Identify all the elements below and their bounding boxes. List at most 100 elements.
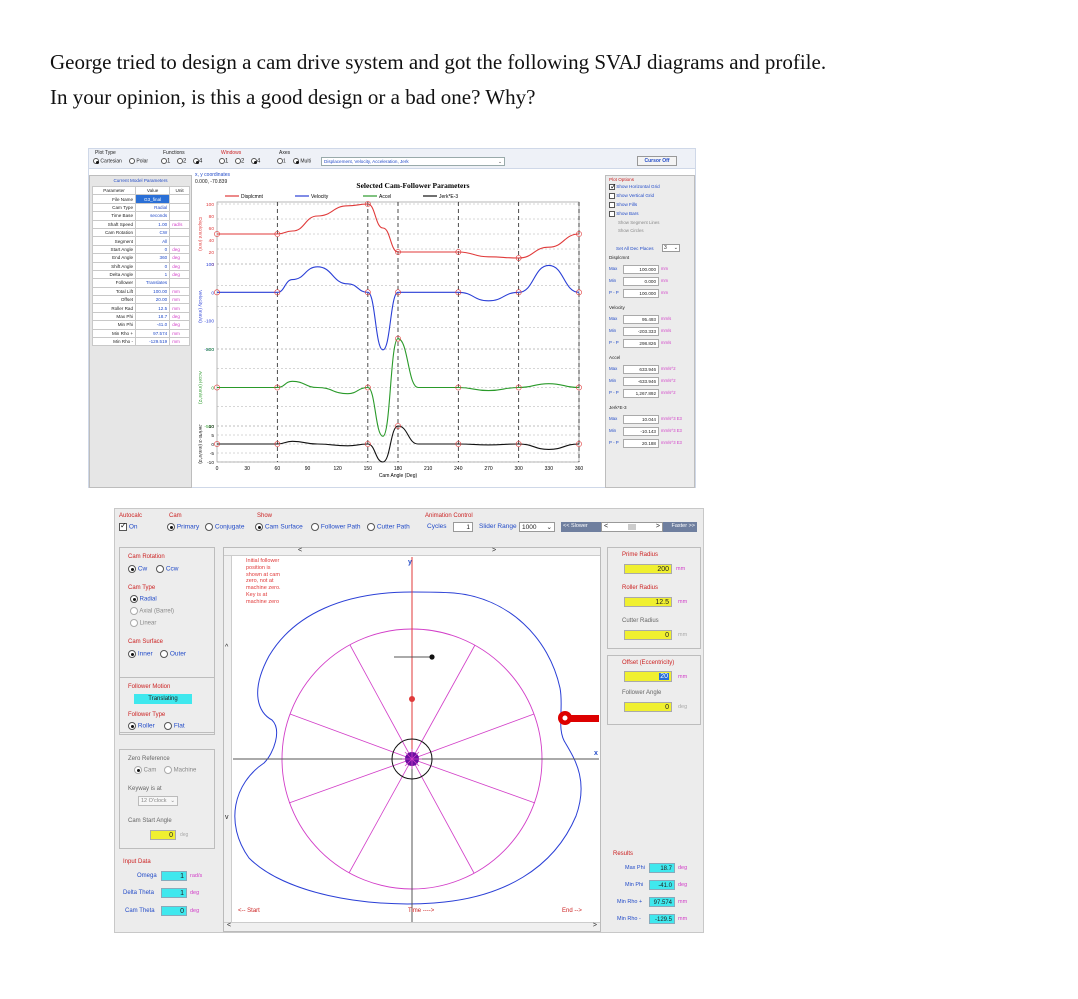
cursor-off-button[interactable]: Cursor Off	[637, 156, 677, 166]
legend-item: Velocity	[311, 194, 329, 200]
roller-radio[interactable]: Roller	[128, 722, 155, 730]
plot-select[interactable]: Displacement, Velocity, Acceleration, Je…	[321, 157, 505, 166]
cam-start-input[interactable]: 0	[150, 830, 176, 840]
flat-radio[interactable]: Flat	[164, 722, 185, 730]
conjugate-radio[interactable]: Conjugate	[205, 523, 244, 531]
plot-option-checkbox[interactable]: Show Vertical Grid	[609, 193, 654, 199]
param-value[interactable]: 20.00	[135, 295, 171, 305]
param-value[interactable]: G3_final	[135, 194, 171, 204]
legend-item: Displcmnt	[241, 194, 264, 200]
plot-type-label: Plot Type	[95, 150, 116, 156]
svaj-chart[interactable]: Selected Cam-Follower Parameters Displcmn…	[193, 171, 583, 487]
offset-label: Offset (Eccentricity)	[622, 660, 675, 666]
stat-value: 10.044	[623, 415, 659, 424]
cw-radio[interactable]: Cw	[128, 565, 147, 573]
x-tick-label: 210	[424, 466, 433, 472]
param-name: Delta Angle	[91, 269, 137, 280]
param-value[interactable]: 100.00	[135, 286, 171, 297]
cam-theta-unit: deg	[190, 908, 200, 914]
linear-radio[interactable]: Linear	[130, 619, 156, 627]
param-value[interactable]: Translates	[135, 278, 171, 288]
y-tick-label: 40	[209, 238, 215, 244]
offset-input[interactable]: 20	[624, 671, 672, 682]
dec-places-select[interactable]: 3 ⌄	[662, 244, 680, 252]
axes-1-radio[interactable]: 1	[277, 158, 286, 164]
param-value[interactable]: -129.519	[135, 337, 171, 347]
functions-2-radio[interactable]: 2	[177, 158, 186, 165]
outer-radio[interactable]: Outer	[160, 650, 186, 658]
param-unit: mm	[169, 328, 190, 339]
roller-radius-input[interactable]: 12.5	[624, 597, 672, 607]
param-value[interactable]: Radial	[135, 202, 171, 213]
autocalc-checkbox[interactable]: On	[119, 521, 137, 531]
param-value[interactable]: seconds	[135, 211, 171, 221]
follower-type-label: Follower Type	[128, 712, 166, 718]
param-value[interactable]: -41.0	[135, 320, 171, 330]
functions-4-radio[interactable]: 4	[193, 158, 202, 165]
zero-cam-radio[interactable]: Cam	[134, 766, 156, 774]
windows-1-radio[interactable]: 1	[219, 158, 228, 165]
chart-area: x, y coordinates 0.000, -70.839 Selected…	[193, 171, 583, 487]
param-name: Shift Angle	[91, 261, 137, 271]
plot-option-checkbox[interactable]: Show Fills	[609, 202, 637, 208]
stat-unit: mm	[661, 266, 668, 271]
param-value[interactable]: All	[135, 236, 171, 246]
translating-button[interactable]: Translating	[134, 694, 192, 704]
param-name: Segment	[91, 236, 137, 246]
slider-range-select[interactable]: 1000 ⌄	[519, 522, 555, 532]
y-axis-title: Displcmnt (mm)	[197, 217, 203, 251]
param-value[interactable]: 18.7	[135, 311, 171, 322]
param-unit: deg	[169, 269, 190, 280]
param-value[interactable]: 0	[135, 244, 171, 255]
speed-slider[interactable]: < >	[601, 522, 663, 532]
cartesian-radio[interactable]: Cartesian	[93, 158, 122, 164]
cam-profile-canvas[interactable]: < > ^ v y x Initial follower position is…	[223, 547, 601, 932]
param-name: End Angle	[91, 253, 137, 263]
windows-2-radio[interactable]: 2	[235, 158, 244, 165]
follower-path-radio[interactable]: Follower Path	[311, 523, 361, 531]
plot-options-panel: Plot Options Show Horizontal Grid Show V…	[605, 175, 695, 488]
param-value[interactable]: CW	[135, 227, 171, 238]
legend-item: Accel	[379, 194, 391, 200]
stat-unit: mm/s	[661, 316, 672, 321]
stat-value: -203.333	[623, 327, 659, 336]
delta-theta-input[interactable]: 1	[161, 888, 187, 898]
param-value[interactable]: 12.5	[135, 303, 171, 313]
radial-radio[interactable]: Radial	[130, 595, 157, 603]
stat-label: Max	[609, 366, 618, 371]
param-value[interactable]: 1	[135, 269, 171, 280]
y-axis-title: Velocity (mm/s)	[197, 290, 203, 323]
prime-radius-input[interactable]: 200	[624, 564, 672, 574]
canvas-hscroll-bottom[interactable]: < >	[224, 922, 600, 931]
inner-radio[interactable]: Inner	[128, 650, 153, 658]
functions-1-radio[interactable]: 1	[161, 158, 170, 165]
cutter-radius-input[interactable]: 0	[624, 630, 672, 640]
faster-button[interactable]: Faster >>	[663, 522, 697, 532]
zero-machine-radio[interactable]: Machine	[164, 766, 196, 774]
param-value[interactable]: 360	[135, 253, 171, 263]
keyway-select[interactable]: 12 O'clock ⌄	[138, 796, 178, 806]
omega-input[interactable]: 1	[161, 871, 187, 881]
plot-option-checkbox[interactable]: Show Horizontal Grid	[609, 182, 660, 191]
polar-radio[interactable]: Polar	[129, 158, 148, 164]
plot-option-checkbox[interactable]: Show Bars	[609, 211, 639, 217]
cutter-path-radio[interactable]: Cutter Path	[367, 523, 410, 531]
ccw-radio[interactable]: Ccw	[156, 565, 178, 573]
cycles-input[interactable]: 1	[453, 522, 473, 532]
follower-angle-input[interactable]: 0	[624, 702, 672, 712]
primary-radio[interactable]: Primary	[167, 523, 199, 531]
cam-theta-input[interactable]: 0	[161, 906, 187, 916]
param-unit	[169, 202, 190, 213]
stat-label: Max	[609, 316, 618, 321]
param-value[interactable]: 1.00	[135, 219, 171, 229]
windows-4-radio[interactable]: 4	[251, 158, 260, 165]
param-value[interactable]: 0	[135, 261, 171, 271]
params-row: Shift Angle 0 deg	[91, 261, 190, 271]
axes-multi-radio[interactable]: Multi	[293, 158, 311, 164]
cam-rotation-label: Cam Rotation	[128, 554, 165, 560]
param-value[interactable]: 97.574	[135, 328, 171, 339]
param-name: Min Rho -	[91, 337, 137, 347]
axial-radio[interactable]: Axial (Barrel)	[130, 607, 174, 615]
slower-button[interactable]: << Slower	[561, 522, 601, 532]
cam-surface-radio[interactable]: Cam Surface	[255, 523, 303, 531]
